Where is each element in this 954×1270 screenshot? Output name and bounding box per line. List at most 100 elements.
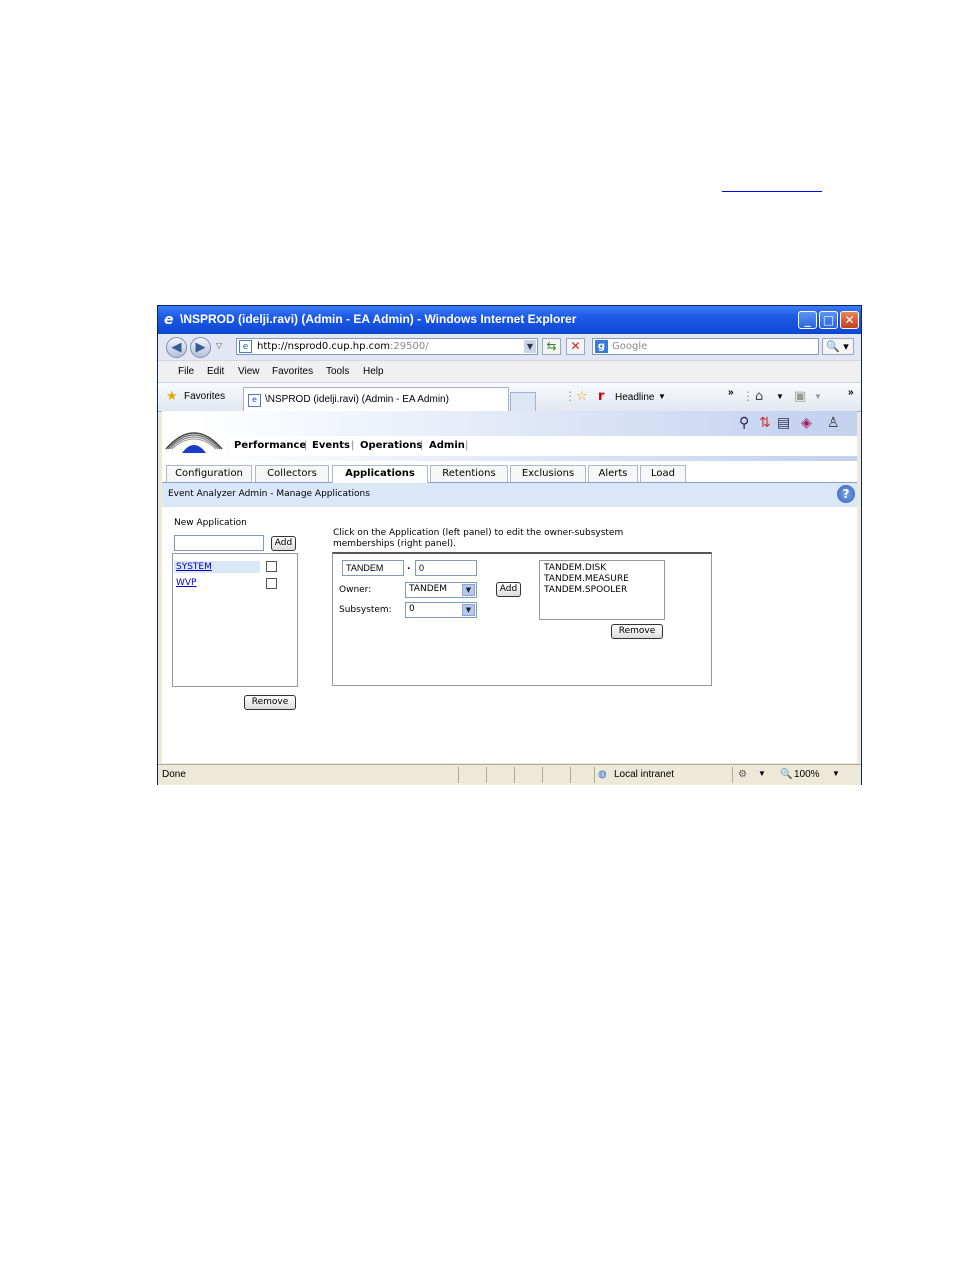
help-icon[interactable]: ? [837,485,855,503]
document-link-underline[interactable] [722,191,822,192]
maximize-button[interactable]: □ [819,311,838,329]
ie-icon: e [164,312,174,328]
menu-help[interactable]: Help [363,366,384,377]
status-bar: Done ◍ Local intranet ⚙ ▼ 🔍 100% ▼ [158,764,861,785]
nav-separator: | [304,440,308,451]
subsystem-select[interactable]: 0 ▼ [405,602,477,618]
search-placeholder: Google [612,341,648,352]
owner-label: Owner: [339,585,372,595]
stop-button[interactable]: ✕ [566,338,585,355]
address-field[interactable]: e http://nsprod0.cup.hp.com:29500/ ▼ [236,338,538,355]
chevron-down-icon: ▼ [462,604,475,616]
menu-edit[interactable]: Edit [207,366,224,377]
feeds-dropdown-icon[interactable]: ▼ [814,392,822,401]
address-dropdown-icon[interactable]: ▼ [524,340,536,353]
sub-tabs: Configuration Collectors Applications Re… [162,463,857,483]
search-button[interactable]: 🔍 ▾ [822,338,854,355]
book-icon[interactable]: ◈ [801,415,812,431]
menu-bar: File Edit View Favorites Tools Help [158,360,861,383]
overflow-chevron-icon[interactable]: » [728,387,734,398]
favorites-bar: ★ Favorites e \NSPROD (idelji.ravi) (Adm… [158,382,861,412]
protected-dropdown-icon[interactable]: ▼ [758,769,766,778]
tab-load[interactable]: Load [640,465,686,482]
owner-select[interactable]: TANDEM ▼ [405,582,477,598]
remove-membership-button[interactable]: Remove [611,624,663,639]
computer-icon[interactable]: ▤ [777,415,790,431]
nav-operations[interactable]: Operations [360,440,422,451]
subsystem-input[interactable] [415,560,477,576]
headline-dropdown-icon[interactable]: ▼ [658,392,666,401]
browser-tab[interactable]: e \NSPROD (idelji.ravi) (Admin - EA Admi… [243,387,509,411]
home-dropdown-icon[interactable]: ▼ [776,392,784,401]
membership-item[interactable]: TANDEM.DISK [544,563,606,573]
status-divider [732,767,733,783]
forward-button[interactable]: ▶ [190,337,211,358]
google-icon: g [595,340,608,353]
zoom-dropdown-icon[interactable]: ▼ [832,769,840,778]
add-favorite-icon[interactable]: ☆ [576,389,588,404]
refresh-button[interactable]: ⇆ [542,338,561,355]
minimize-button[interactable]: _ [798,311,817,329]
menu-tools[interactable]: Tools [326,366,349,377]
protected-mode-icon[interactable]: ⚙ [738,769,747,780]
nav-performance[interactable]: Performance [234,440,306,451]
favorites-button[interactable]: Favorites [184,391,225,402]
tab-collectors[interactable]: Collectors [255,465,329,482]
address-bar-row: ◀ ▶ ▽ e http://nsprod0.cup.hp.com:29500/… [158,334,861,360]
zoom-level[interactable]: 100% [794,769,820,780]
add-membership-button[interactable]: Add [496,582,521,597]
menu-view[interactable]: View [238,366,260,377]
membership-panel: . Owner: TANDEM ▼ Subsystem: 0 ▼ Add TAN… [332,552,712,686]
tab-exclusions[interactable]: Exclusions [510,465,586,482]
remove-application-button[interactable]: Remove [244,695,296,710]
membership-item[interactable]: TANDEM.SPOOLER [544,585,627,595]
new-tab-button[interactable] [510,392,536,411]
transfer-icon[interactable]: ⇅ [759,415,771,431]
status-text: Done [162,769,186,780]
close-button[interactable]: ✕ [840,311,859,329]
add-application-button[interactable]: Add [271,536,296,551]
toolbar-chevron-icon[interactable]: » [848,387,854,398]
new-application-input[interactable] [174,535,264,551]
search-icon[interactable]: ⚲ [739,415,749,431]
tab-retentions[interactable]: Retentions [430,465,508,482]
feeds-icon[interactable]: ▣ [794,389,806,404]
separator: ⋮ [742,389,754,403]
status-divider [486,767,487,783]
search-field[interactable]: g Google [592,338,819,355]
separator: ⋮ [564,389,576,403]
application-wvp-link[interactable]: WVP [176,578,196,588]
tab-alerts[interactable]: Alerts [588,465,638,482]
application-system-link[interactable]: SYSTEM [176,562,212,572]
zoom-icon[interactable]: 🔍 [780,769,792,780]
subsystem-select-value: 0 [409,604,415,614]
nav-events[interactable]: Events [312,440,350,451]
nav-admin[interactable]: Admin [429,440,465,451]
status-divider [594,767,595,783]
tab-applications[interactable]: Applications [332,465,428,483]
favorites-star-icon[interactable]: ★ [166,389,178,404]
membership-item[interactable]: TANDEM.MEASURE [544,574,629,584]
membership-list[interactable]: TANDEM.DISK TANDEM.MEASURE TANDEM.SPOOLE… [539,560,665,620]
application-system-checkbox[interactable] [266,561,277,572]
headline-button[interactable]: Headline [615,392,654,403]
history-dropdown-icon[interactable]: ▽ [216,341,222,350]
back-button[interactable]: ◀ [166,337,187,358]
instruction-text: Click on the Application (left panel) to… [333,528,624,549]
menu-file[interactable]: File [178,366,194,377]
user-icon[interactable]: ♙ [827,415,840,431]
tab-configuration[interactable]: Configuration [166,465,252,482]
browser-window: e \NSPROD (idelji.ravi) (Admin - EA Admi… [157,305,862,785]
zone-text: Local intranet [614,769,675,780]
status-divider [458,767,459,783]
owner-input[interactable] [342,560,404,576]
nav-separator: | [465,440,469,451]
tab-title: \NSPROD (idelji.ravi) (Admin - EA Admin) [265,394,449,405]
nav-separator: | [351,440,355,451]
menu-favorites[interactable]: Favorites [272,366,313,377]
home-icon[interactable]: ⌂ [755,389,763,404]
app-logo [165,432,223,453]
page-content: Performance | Events | Operations | Admi… [162,411,857,763]
status-divider [514,767,515,783]
application-wvp-checkbox[interactable] [266,578,277,589]
